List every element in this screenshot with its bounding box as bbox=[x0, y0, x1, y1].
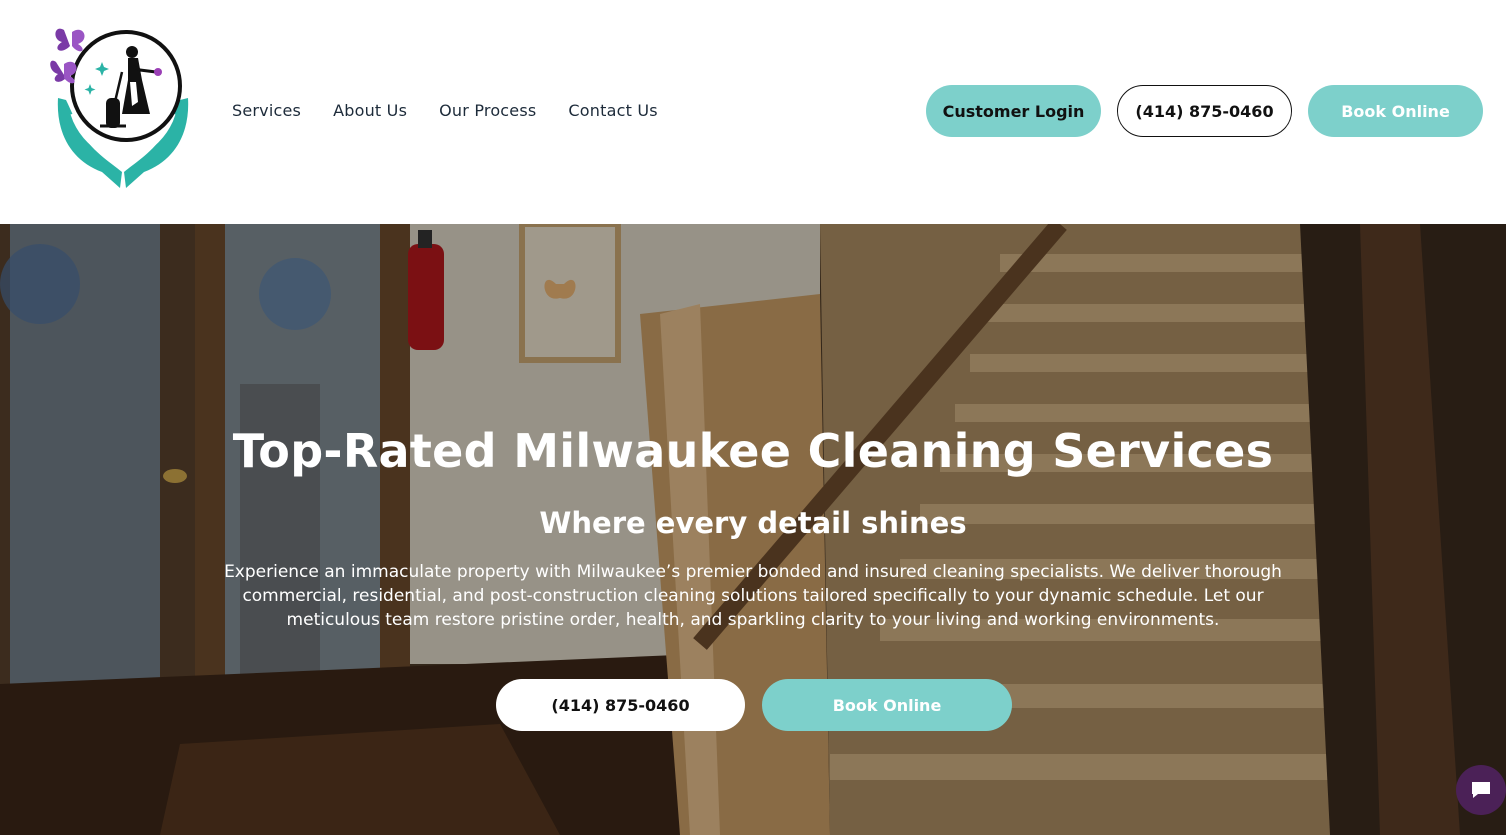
nav-item-contact-us[interactable]: Contact Us bbox=[568, 100, 657, 122]
chat-bubble-icon bbox=[1472, 782, 1490, 798]
phone-button[interactable]: (414) 875-0460 bbox=[1117, 85, 1292, 137]
nav-item-services[interactable]: Services bbox=[232, 100, 301, 122]
customer-login-button[interactable]: Customer Login bbox=[926, 85, 1101, 137]
hero-phone-label: (414) 875-0460 bbox=[551, 695, 690, 715]
nav-item-about-us[interactable]: About Us bbox=[333, 100, 407, 122]
nav-item-our-process[interactable]: Our Process bbox=[439, 100, 536, 122]
book-online-button[interactable]: Book Online bbox=[1308, 85, 1483, 137]
hero-description: Experience an immaculate property with M… bbox=[224, 562, 1282, 630]
phone-button-label: (414) 875-0460 bbox=[1135, 101, 1274, 121]
hero-book-online-label: Book Online bbox=[832, 695, 942, 715]
chat-widget-button[interactable] bbox=[1456, 765, 1506, 815]
main-nav: Services About Us Our Process Contact Us bbox=[232, 100, 658, 122]
hero-book-online-button[interactable]: Book Online bbox=[762, 679, 1012, 731]
customer-login-label: Customer Login bbox=[942, 101, 1085, 121]
company-logo[interactable] bbox=[50, 22, 196, 192]
hero-section: Top-Rated Milwaukee Cleaning Services Wh… bbox=[0, 224, 1506, 835]
book-online-label: Book Online bbox=[1341, 101, 1450, 121]
hero-phone-button[interactable]: (414) 875-0460 bbox=[496, 679, 745, 731]
hero-subtitle: Where every detail shines bbox=[539, 506, 967, 540]
hero-title: Top-Rated Milwaukee Cleaning Services bbox=[232, 424, 1274, 478]
site-header: Services About Us Our Process Contact Us… bbox=[0, 0, 1506, 224]
